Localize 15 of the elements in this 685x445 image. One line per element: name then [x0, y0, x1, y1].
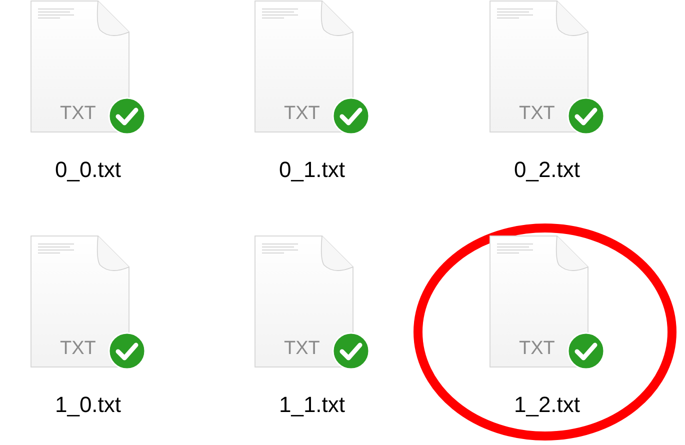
file-name[interactable]: 0_1.txt — [278, 156, 346, 184]
file-type-label: TXT — [60, 339, 96, 358]
file-name[interactable]: 1_2.txt — [514, 391, 580, 419]
document-icon — [30, 235, 130, 368]
file-name[interactable]: 0_2.txt — [514, 156, 580, 184]
file-name[interactable]: 1_0.txt — [54, 391, 122, 419]
document-icon — [489, 235, 589, 368]
file-type-label: TXT — [284, 339, 320, 358]
file-type-label: TXT — [60, 104, 96, 123]
file-name[interactable]: 0_0.txt — [54, 156, 122, 184]
document-icon — [254, 235, 354, 368]
file-type-label: TXT — [284, 104, 320, 123]
file-type-label: TXT — [519, 104, 555, 123]
file-type-label: TXT — [519, 339, 555, 358]
file-name[interactable]: 1_1.txt — [278, 391, 346, 419]
